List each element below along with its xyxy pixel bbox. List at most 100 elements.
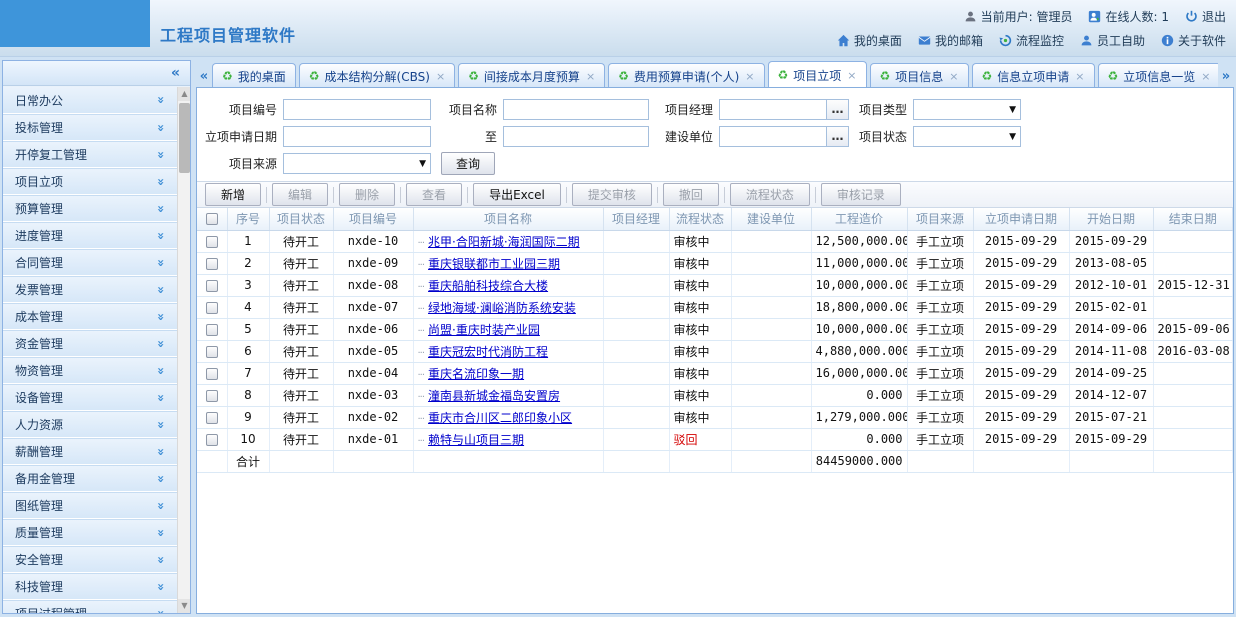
project-link[interactable]: 重庆名流印象一期: [428, 367, 524, 381]
table-row[interactable]: 3待开工nxde-08···重庆船舶科技综合大楼审核中10,000,000.00…: [197, 274, 1233, 296]
row-checkbox[interactable]: [206, 302, 218, 314]
scrollbar-thumb[interactable]: [179, 103, 190, 173]
sidebar-item[interactable]: 设备管理»: [3, 384, 177, 411]
topbar-link[interactable]: 流程监控: [999, 32, 1064, 49]
sidebar-item[interactable]: 图纸管理»: [3, 492, 177, 519]
tab[interactable]: ♻项目信息×: [870, 63, 969, 88]
project-name-input[interactable]: [503, 99, 649, 120]
sidebar-item[interactable]: 安全管理»: [3, 546, 177, 573]
row-checkbox[interactable]: [206, 324, 218, 336]
sidebar-item[interactable]: 合同管理»: [3, 249, 177, 276]
project-source-select[interactable]: ▼: [283, 153, 431, 174]
topbar-link[interactable]: 退出: [1185, 8, 1226, 25]
sidebar-item[interactable]: 备用金管理»: [3, 465, 177, 492]
sidebar-item[interactable]: 日常办公»: [3, 87, 177, 114]
close-icon[interactable]: ×: [1075, 70, 1084, 83]
manager-picker-button[interactable]: …: [827, 99, 849, 120]
project-status-select[interactable]: ▼: [913, 126, 1021, 147]
project-link[interactable]: 绿地海域·澜峪消防系统安装: [428, 301, 576, 315]
tab[interactable]: ♻信息立项申请×: [972, 63, 1095, 88]
sidebar-item[interactable]: 项目过程管理»: [3, 600, 177, 613]
sidebar-item[interactable]: 开停复工管理»: [3, 141, 177, 168]
scroll-down-icon[interactable]: ▼: [178, 599, 190, 613]
topbar-link[interactable]: 我的桌面: [837, 32, 902, 49]
sidebar-item[interactable]: 薪酬管理»: [3, 438, 177, 465]
tab[interactable]: ♻间接成本月度预算×: [458, 63, 605, 88]
toolbar-button-5[interactable]: 导出Excel: [473, 183, 561, 206]
close-icon[interactable]: ×: [949, 70, 958, 83]
sidebar-collapse-icon[interactable]: «: [171, 65, 180, 81]
table-row[interactable]: 10待开工nxde-01···赖特与山项目三期驳回0.000手工立项2015-0…: [197, 428, 1233, 450]
project-link[interactable]: 潼南县新城金福岛安置房: [428, 389, 560, 403]
unit-cell: [731, 318, 811, 340]
close-icon[interactable]: ×: [1201, 70, 1210, 83]
tab[interactable]: ♻立项信息一览×: [1098, 63, 1218, 88]
refresh-icon: ♻: [982, 69, 993, 83]
toolbar-button-1[interactable]: 新增: [205, 183, 261, 206]
tab-label: 费用预算申请(个人): [634, 68, 739, 85]
topbar-link[interactable]: 当前用户: 管理员: [964, 8, 1073, 25]
scroll-up-icon[interactable]: ▲: [178, 87, 190, 101]
sidebar-item[interactable]: 质量管理»: [3, 519, 177, 546]
apply-date-to-input[interactable]: [503, 126, 649, 147]
row-checkbox[interactable]: [206, 280, 218, 292]
build-unit-input[interactable]: [719, 126, 827, 147]
sidebar-item[interactable]: 发票管理»: [3, 276, 177, 303]
table-row[interactable]: 6待开工nxde-05···重庆冠宏时代消防工程审核中4,880,000.000…: [197, 340, 1233, 362]
sidebar-item[interactable]: 资金管理»: [3, 330, 177, 357]
table-row[interactable]: 4待开工nxde-07···绿地海域·澜峪消防系统安装审核中18,800,000…: [197, 296, 1233, 318]
row-checkbox[interactable]: [206, 434, 218, 446]
sidebar-item[interactable]: 进度管理»: [3, 222, 177, 249]
tab[interactable]: ♻项目立项×: [768, 61, 867, 88]
table-row[interactable]: 1待开工nxde-10···兆甲·合阳新城·海润国际二期审核中12,500,00…: [197, 230, 1233, 252]
sidebar-item[interactable]: 科技管理»: [3, 573, 177, 600]
table-row[interactable]: 9待开工nxde-02···重庆市合川区二郎印象小区审核中1,279,000.0…: [197, 406, 1233, 428]
topbar-link[interactable]: 我的邮箱: [918, 32, 983, 49]
toolbar-separator: [566, 187, 567, 203]
row-checkbox[interactable]: [206, 390, 218, 402]
row-checkbox[interactable]: [206, 346, 218, 358]
row-checkbox[interactable]: [206, 412, 218, 424]
tab[interactable]: ♻我的桌面: [212, 63, 296, 88]
search-button[interactable]: 查询: [441, 152, 495, 175]
sidebar-item[interactable]: 人力资源»: [3, 411, 177, 438]
project-link[interactable]: 重庆船舶科技综合大楼: [428, 279, 548, 293]
project-type-select[interactable]: ▼: [913, 99, 1021, 120]
table-row[interactable]: 5待开工nxde-06···尚盟·重庆时装产业园审核中10,000,000.00…: [197, 318, 1233, 340]
project-manager-input[interactable]: [719, 99, 827, 120]
code-cell: nxde-01: [333, 428, 413, 450]
row-checkbox[interactable]: [206, 368, 218, 380]
close-icon[interactable]: ×: [436, 70, 445, 83]
sidebar-item[interactable]: 成本管理»: [3, 303, 177, 330]
close-icon[interactable]: ×: [586, 70, 595, 83]
project-link[interactable]: 重庆银联都市工业园三期: [428, 257, 560, 271]
tab[interactable]: ♻费用预算申请(个人)×: [608, 63, 764, 88]
project-code-input[interactable]: [283, 99, 431, 120]
topbar-link[interactable]: 在线人数: 1: [1088, 8, 1169, 25]
sidebar-item[interactable]: 项目立项»: [3, 168, 177, 195]
table-row[interactable]: 2待开工nxde-09···重庆银联都市工业园三期审核中11,000,000.0…: [197, 252, 1233, 274]
tab[interactable]: ♻成本结构分解(CBS)×: [299, 63, 455, 88]
row-checkbox[interactable]: [206, 236, 218, 248]
tab-scroll-right-icon[interactable]: »: [1218, 64, 1234, 88]
unit-picker-button[interactable]: …: [827, 126, 849, 147]
project-link[interactable]: 重庆冠宏时代消防工程: [428, 345, 548, 359]
sidebar-item[interactable]: 物资管理»: [3, 357, 177, 384]
select-all-checkbox[interactable]: [206, 213, 218, 225]
project-link[interactable]: 兆甲·合阳新城·海润国际二期: [428, 235, 580, 249]
project-link[interactable]: 尚盟·重庆时装产业园: [428, 323, 540, 337]
apply-date-from-input[interactable]: [283, 126, 431, 147]
project-link[interactable]: 赖特与山项目三期: [428, 433, 524, 447]
topbar-link[interactable]: 员工自助: [1080, 32, 1145, 49]
sidebar-item[interactable]: 预算管理»: [3, 195, 177, 222]
close-icon[interactable]: ×: [847, 69, 856, 82]
tab-scroll-left-icon[interactable]: «: [196, 64, 212, 88]
sidebar-item[interactable]: 投标管理»: [3, 114, 177, 141]
topbar-link[interactable]: 关于软件: [1161, 32, 1226, 49]
row-checkbox[interactable]: [206, 258, 218, 270]
close-icon[interactable]: ×: [745, 70, 754, 83]
table-row[interactable]: 7待开工nxde-04···重庆名流印象一期审核中16,000,000.000手…: [197, 362, 1233, 384]
sidebar-scrollbar[interactable]: ▲ ▼: [177, 87, 190, 613]
project-link[interactable]: 重庆市合川区二郎印象小区: [428, 411, 572, 425]
table-row[interactable]: 8待开工nxde-03···潼南县新城金福岛安置房审核中0.000手工立项201…: [197, 384, 1233, 406]
